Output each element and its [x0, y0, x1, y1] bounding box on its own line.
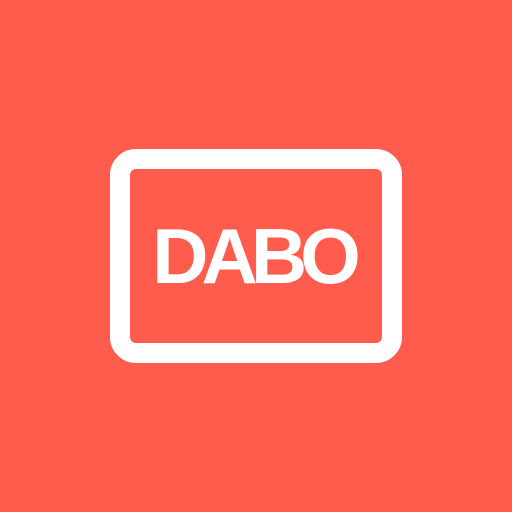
logo-frame: DABO [110, 149, 402, 363]
app-icon-canvas: { "logo": { "text": "DABO", "background_… [0, 0, 512, 512]
logo-wordmark: DABO [152, 212, 361, 300]
